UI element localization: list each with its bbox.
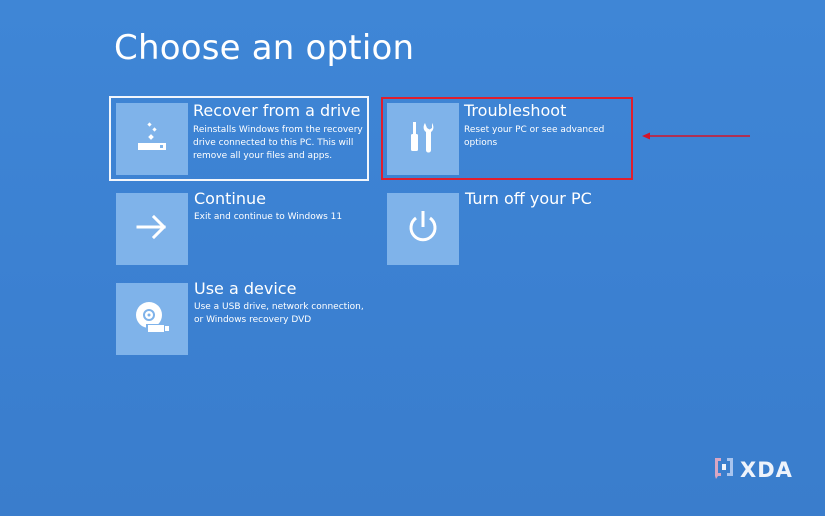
arrow-right-icon <box>130 205 174 253</box>
option-tile <box>116 283 188 355</box>
option-label: Recover from a drive <box>193 101 361 120</box>
option-recover-from-drive[interactable]: Recover from a drive Reinstalls Windows … <box>109 96 369 181</box>
option-label: Turn off your PC <box>465 189 592 208</box>
option-label: Continue <box>194 189 266 208</box>
option-label: Troubleshoot <box>464 101 567 120</box>
option-use-device[interactable]: Use a device Use a USB drive, network co… <box>110 277 370 362</box>
disc-device-icon <box>130 295 174 343</box>
watermark-text: XDA <box>740 458 793 482</box>
option-continue[interactable]: Continue Exit and continue to Windows 11 <box>110 187 370 272</box>
xda-watermark: XDA <box>712 455 793 485</box>
option-label: Use a device <box>194 279 297 298</box>
option-turn-off-pc[interactable]: Turn off your PC <box>381 187 641 272</box>
drive-recover-icon <box>130 115 174 163</box>
option-tile <box>387 103 459 175</box>
annotation-arrow-icon <box>640 128 752 142</box>
xda-logo-icon <box>712 456 736 484</box>
option-description: Reset your PC or see advanced options <box>464 125 605 148</box>
option-description: Use a USB drive, network connection, or … <box>194 302 364 325</box>
option-tile <box>116 193 188 265</box>
option-troubleshoot[interactable]: Troubleshoot Reset your PC or see advanc… <box>381 97 633 180</box>
option-tile <box>387 193 459 265</box>
tools-icon <box>401 115 445 163</box>
option-description: Exit and continue to Windows 11 <box>194 212 343 222</box>
power-icon <box>401 205 445 253</box>
option-description: Reinstalls Windows from the recovery dri… <box>193 125 363 161</box>
option-tile <box>116 103 188 175</box>
page-title: Choose an option <box>114 28 415 68</box>
